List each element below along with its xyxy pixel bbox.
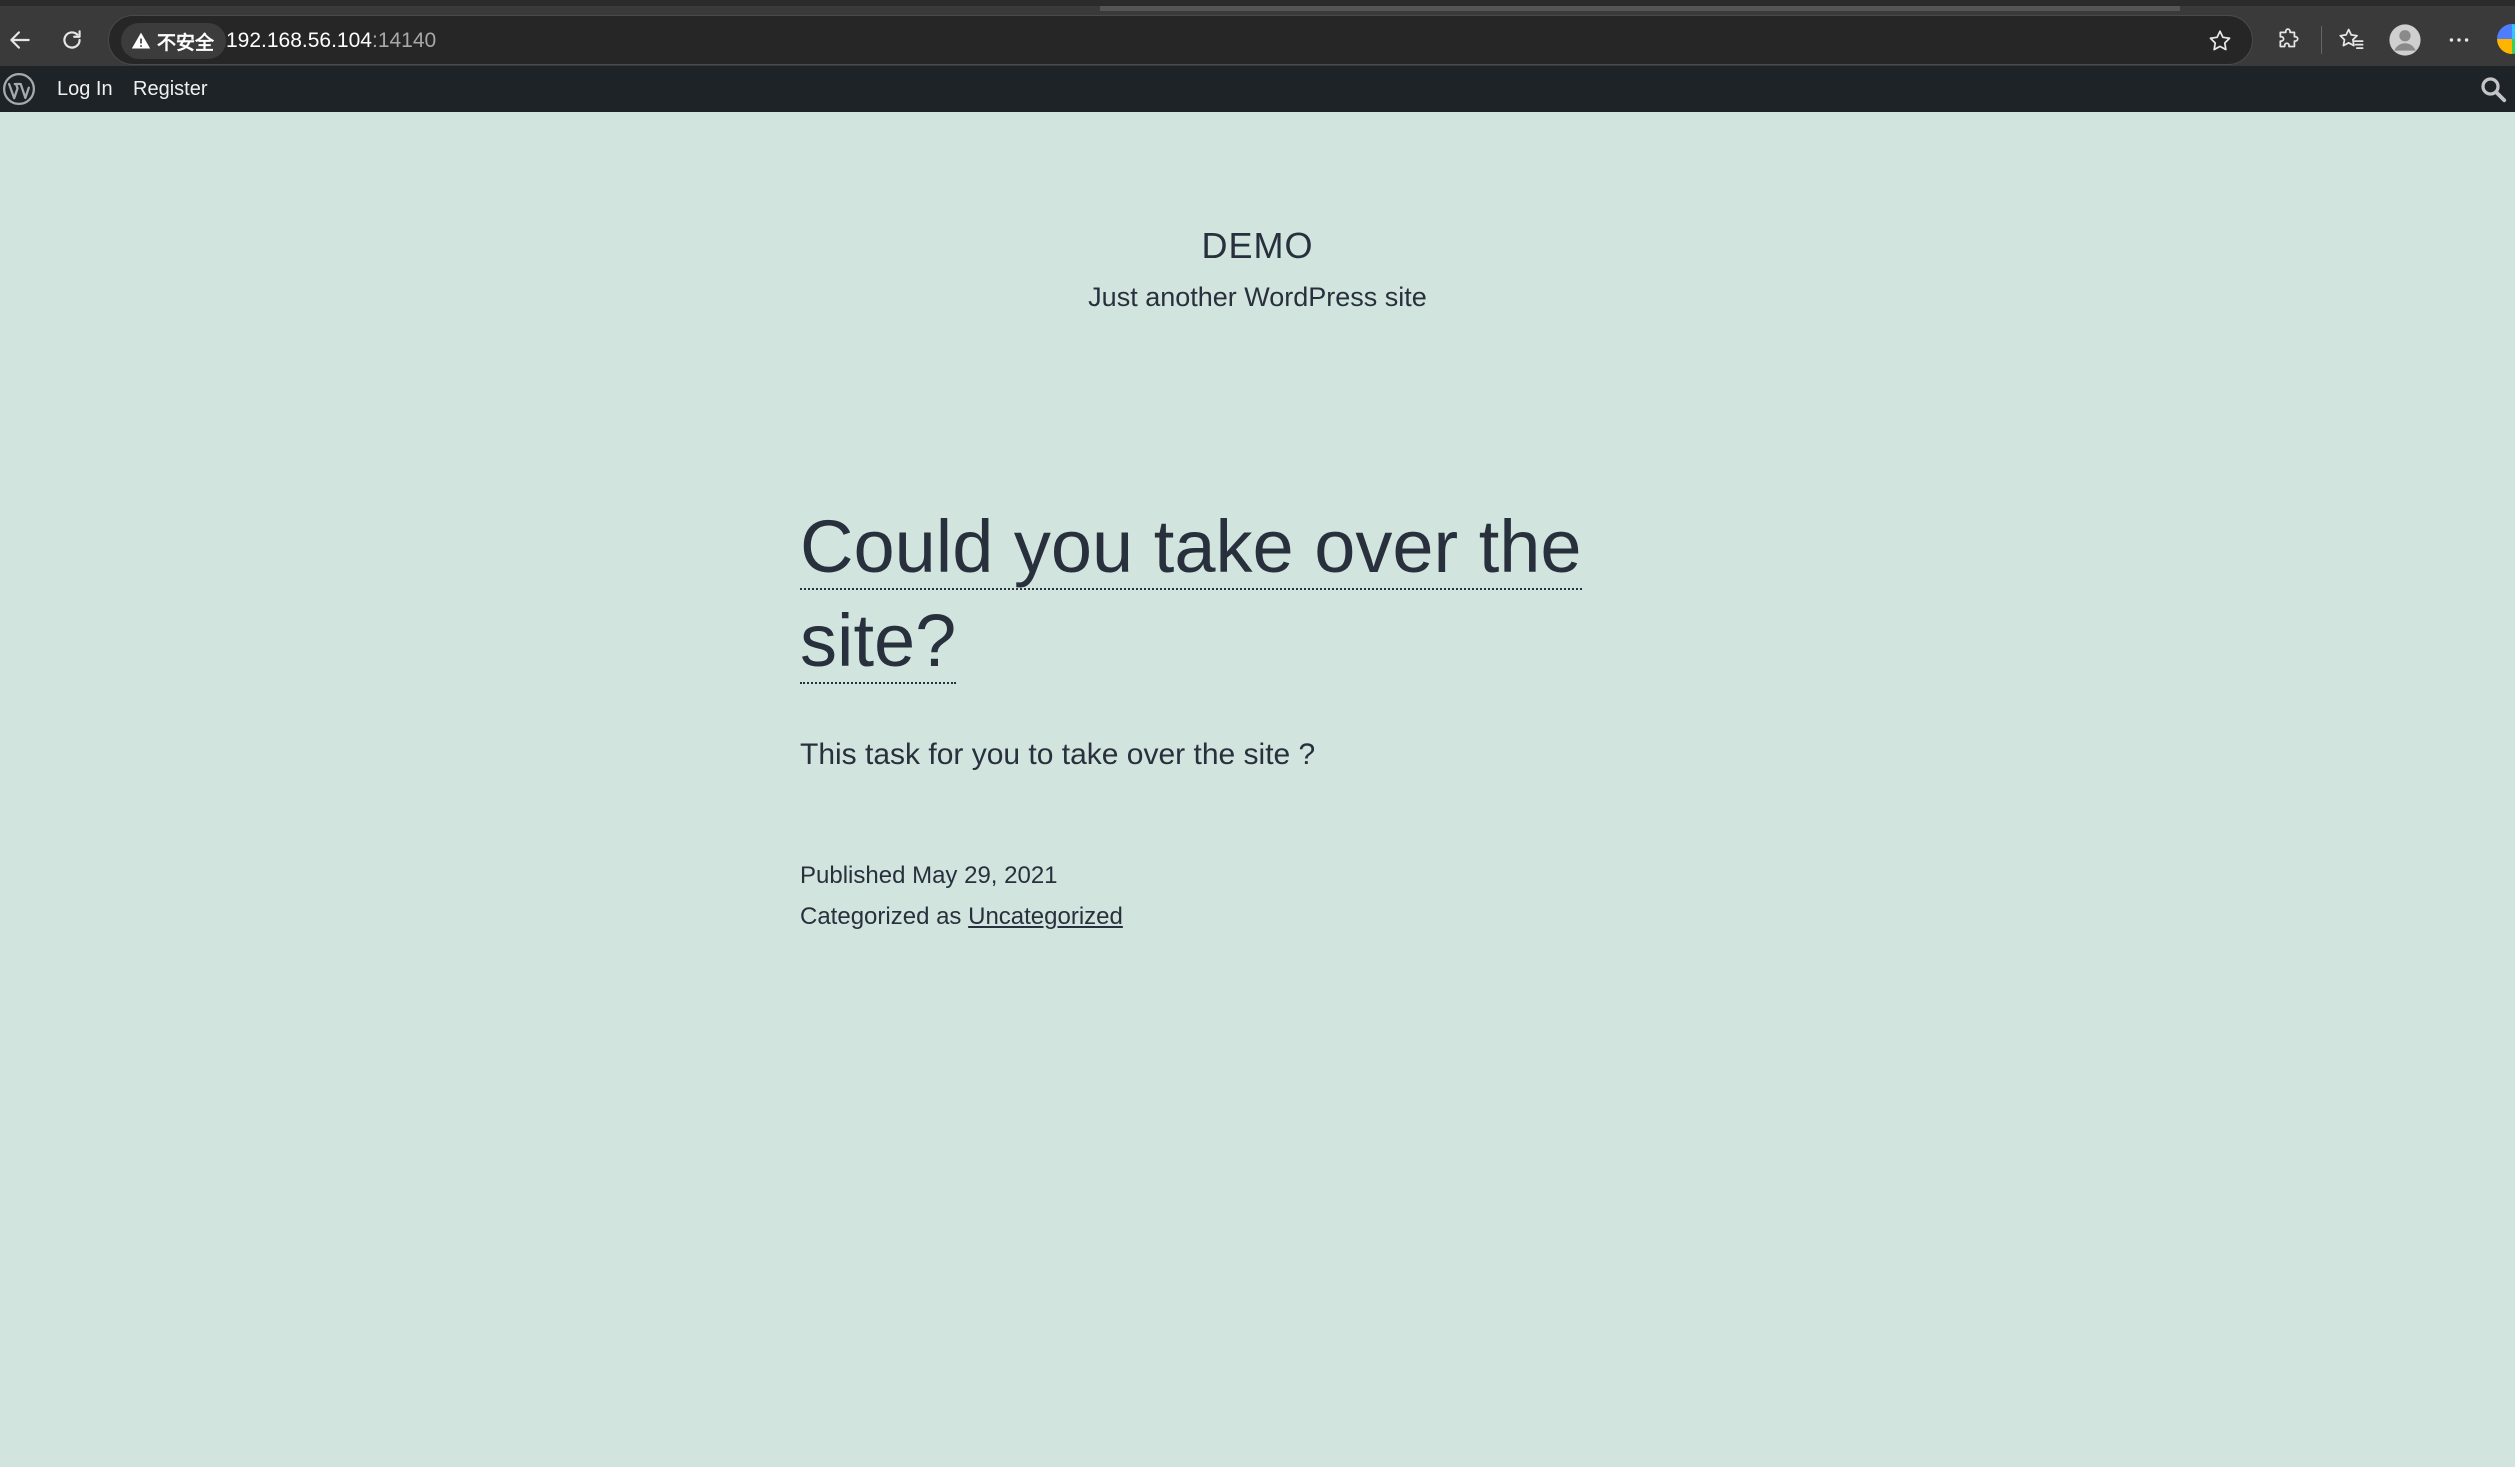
login-link[interactable]: Log In xyxy=(57,66,113,112)
favorites-icon[interactable] xyxy=(2331,20,2371,60)
reload-icon[interactable] xyxy=(52,20,92,60)
browser-toolbar: 不安全 192.168.56.104:14140 xyxy=(0,0,2515,66)
site-description: Just another WordPress site xyxy=(1088,282,1427,312)
url-host: 192.168.56.104 xyxy=(226,29,372,52)
search-icon[interactable] xyxy=(2478,74,2508,104)
tab-strip xyxy=(1100,6,2180,11)
extensions-icon[interactable] xyxy=(2269,20,2309,60)
published-prefix: Published xyxy=(800,862,906,889)
post-title-line1: Could you take over the xyxy=(800,505,1582,588)
profile-icon[interactable] xyxy=(2385,20,2425,60)
post-published: Published May 29, 2021 xyxy=(800,862,1700,890)
post-title-line2: site? xyxy=(800,599,957,682)
security-indicator[interactable]: 不安全 xyxy=(121,23,227,59)
post-category: Categorized as Uncategorized xyxy=(800,903,1700,931)
more-icon[interactable] xyxy=(2439,20,2479,60)
back-arrow-icon[interactable] xyxy=(0,20,40,60)
url-text[interactable]: 192.168.56.104:14140 xyxy=(226,16,436,66)
url-port: :14140 xyxy=(371,29,437,52)
wp-admin-bar: Log In Register xyxy=(0,66,2515,112)
wordpress-logo-icon[interactable] xyxy=(2,72,36,106)
category-link[interactable]: Uncategorized xyxy=(968,903,1123,930)
site-title[interactable]: DEMO xyxy=(0,225,2515,267)
category-prefix: Categorized as xyxy=(800,903,962,930)
register-link[interactable]: Register xyxy=(133,66,207,112)
warning-icon xyxy=(131,32,151,49)
star-icon[interactable] xyxy=(2202,23,2238,59)
post-title-link[interactable]: Could you take over the site? xyxy=(800,505,1582,684)
security-label: 不安全 xyxy=(157,31,215,54)
address-bar[interactable]: 不安全 192.168.56.104:14140 xyxy=(108,15,2253,65)
published-date: May 29, 2021 xyxy=(912,862,1058,889)
toolbar-divider xyxy=(2321,26,2322,54)
edge-icon[interactable] xyxy=(2497,24,2515,54)
post-title: Could you take over the site? xyxy=(800,500,1600,688)
post-content: This task for you to take over the site … xyxy=(800,738,1316,771)
